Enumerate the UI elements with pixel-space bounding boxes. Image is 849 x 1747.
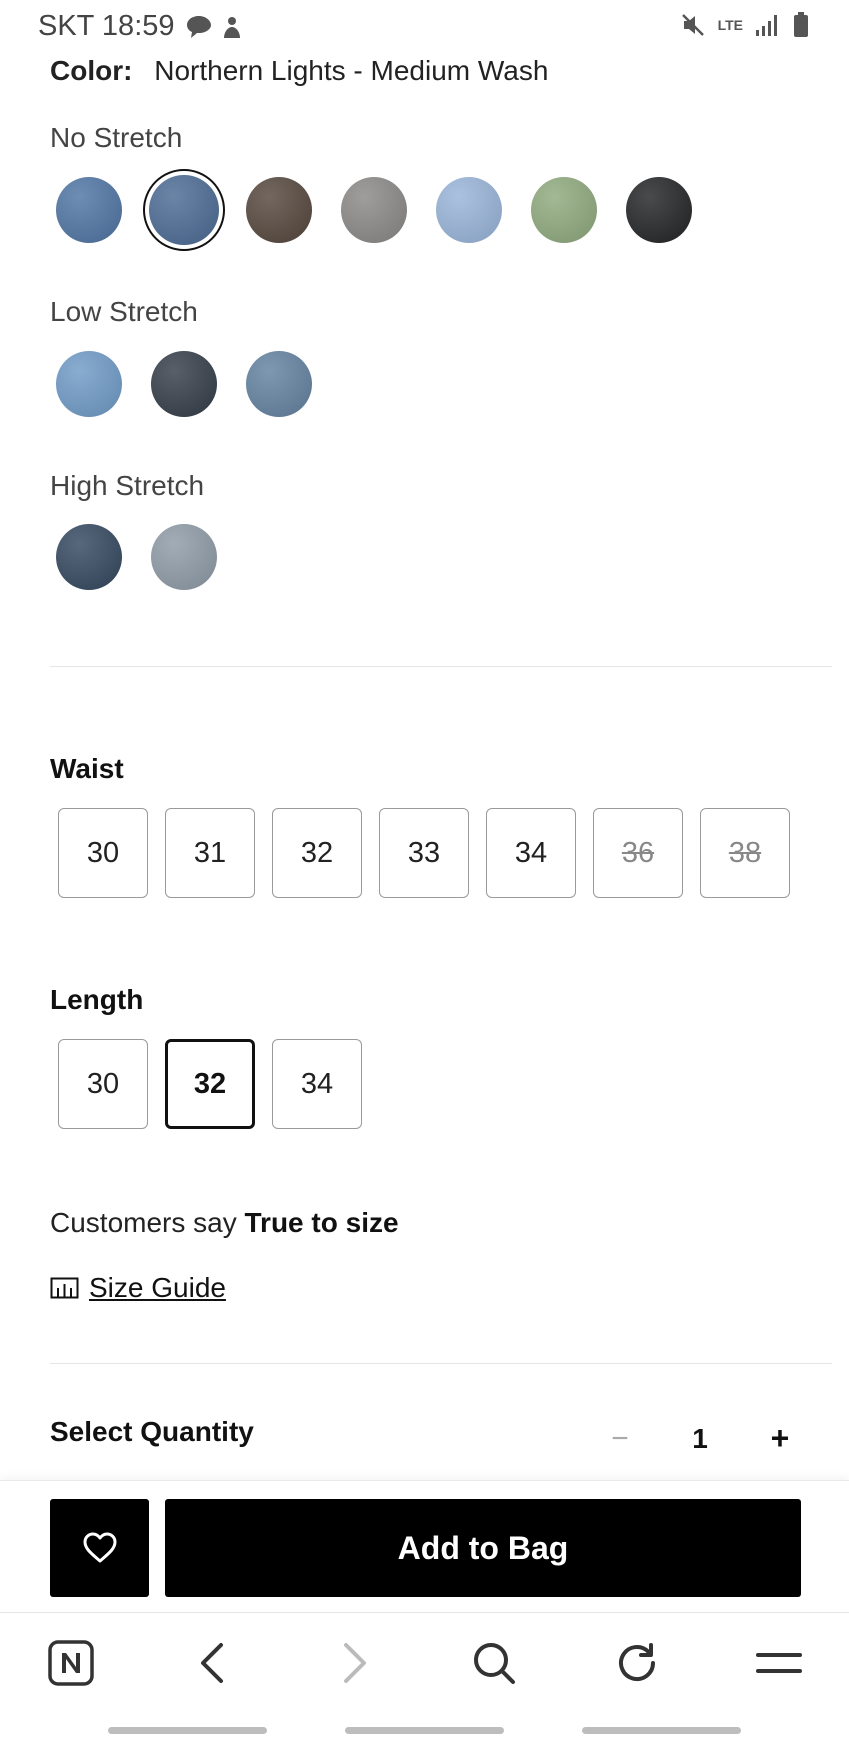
color-swatch[interactable] [246,351,312,417]
heart-icon [83,1532,116,1563]
gesture-bar-left[interactable] [108,1727,267,1734]
waist-size-button[interactable]: 36 [593,808,683,898]
status-left: SKT 18:59 [38,10,243,43]
waist-size-button[interactable]: 34 [486,808,576,898]
color-swatch[interactable] [246,177,312,243]
no-stretch-title: No Stretch [50,122,183,153]
color-swatch[interactable] [151,351,217,417]
no-stretch-swatches [56,169,692,251]
carrier-time: SKT 18:59 [38,10,175,42]
waist-title: Waist [50,753,124,784]
color-selection-header: Color: Northern Lights - Medium Wash [50,55,548,87]
high-stretch-title: High Stretch [50,470,205,501]
swatch-fill [151,351,217,417]
fit-value: True to size [244,1207,399,1238]
divider [50,666,832,667]
color-swatch[interactable] [143,169,225,251]
gesture-bar-right[interactable] [582,1727,741,1734]
swatch-fill [626,177,692,243]
home-logo-icon[interactable] [41,1638,101,1688]
length-size-options: 30 32 34 [58,1039,362,1129]
browser-nav-bar [0,1612,849,1712]
swatch-fill [151,524,217,590]
app-notification-icon [223,16,240,38]
quantity-row: Select Quantity − 1 + [50,1416,810,1456]
color-value: Northern Lights - Medium Wash [154,55,549,86]
waist-size-button[interactable]: 32 [272,808,362,898]
length-title: Length [50,984,144,1015]
length-size-button[interactable]: 30 [58,1039,148,1129]
quantity-value: 1 [692,1422,708,1454]
mute-icon [681,14,704,36]
waist-size-button[interactable]: 30 [58,808,148,898]
forward-icon[interactable] [325,1638,385,1688]
fit-prefix: Customers say [50,1207,245,1238]
notification-icons [185,14,243,40]
swatch-fill [56,177,122,243]
color-swatch[interactable] [56,351,122,417]
back-icon[interactable] [182,1638,242,1688]
quantity-stepper: − 1 + [590,1420,810,1457]
color-swatch[interactable] [56,177,122,243]
decrease-quantity-button[interactable]: − [590,1422,650,1456]
gesture-bar-center[interactable] [345,1727,504,1734]
chat-bubble-icon [186,15,211,38]
add-to-bag-button[interactable]: Add to Bag [165,1499,801,1597]
high-stretch-swatches [56,524,217,590]
color-swatch[interactable] [436,177,502,243]
length-size-button[interactable]: 34 [272,1039,362,1129]
wishlist-button[interactable] [50,1499,149,1597]
swatch-fill [531,177,597,243]
lte-icon: LTE [717,17,743,33]
battery-icon [794,12,808,37]
divider [50,1363,832,1364]
color-label: Color: [50,55,133,86]
signal-icon [756,15,777,36]
length-size-button[interactable]: 32 [165,1039,255,1129]
increase-quantity-button[interactable]: + [750,1420,810,1457]
waist-size-options: 30 31 32 33 34 36 38 [58,808,790,898]
size-guide-label: Size Guide [89,1272,226,1303]
bottom-action-bar: Add to Bag [0,1480,849,1612]
size-guide-link[interactable]: Size Guide [50,1272,226,1304]
swatch-fill [149,175,219,245]
color-swatch[interactable] [531,177,597,243]
waist-size-button[interactable]: 33 [379,808,469,898]
color-swatch[interactable] [626,177,692,243]
swatch-fill [246,177,312,243]
swatch-fill [56,524,122,590]
menu-icon[interactable] [749,1638,809,1688]
color-swatch[interactable] [56,524,122,590]
fit-feedback: Customers say True to size [50,1207,399,1239]
swatch-fill [56,351,122,417]
status-right: LTE [680,12,809,38]
status-bar: SKT 18:59 LTE [0,0,849,50]
low-stretch-swatches [56,351,312,417]
waist-size-button[interactable]: 38 [700,808,790,898]
ruler-icon [50,1277,79,1299]
swatch-fill [341,177,407,243]
color-swatch[interactable] [151,524,217,590]
swatch-fill [436,177,502,243]
reload-icon[interactable] [607,1638,667,1688]
waist-size-button[interactable]: 31 [165,808,255,898]
search-icon[interactable] [464,1638,524,1688]
low-stretch-title: Low Stretch [50,296,198,327]
color-swatch[interactable] [341,177,407,243]
swatch-fill [246,351,312,417]
